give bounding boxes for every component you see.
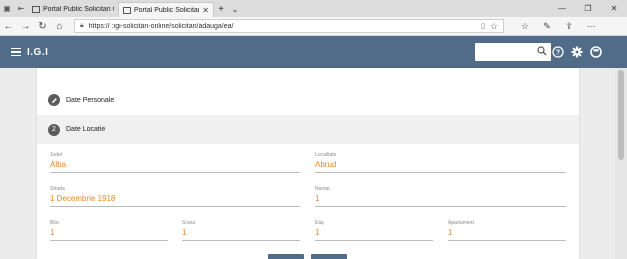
strada-field[interactable]: Strada 1 Decembrie 1918 — [50, 186, 300, 207]
step-date-personale[interactable]: Date Personale — [37, 86, 579, 114]
pen-icon[interactable]: ✎ — [536, 17, 558, 36]
close-tab-icon[interactable]: ✕ — [202, 6, 209, 15]
etaj-field[interactable]: Etaj 1 — [315, 220, 433, 241]
field-underline — [50, 240, 168, 241]
svg-text:?: ? — [556, 50, 560, 57]
field-value: 1 Decembrie 1918 — [50, 194, 116, 203]
step-label: Date Locatie — [66, 126, 106, 133]
lock-icon: 🔒︎ — [80, 22, 84, 29]
browser-tab-1[interactable]: Portal Public Solicitari Onlin — [28, 2, 118, 17]
field-label: Strada — [50, 186, 65, 192]
help-icon[interactable]: ? — [551, 45, 565, 59]
step-date-locatie[interactable]: 2 Date Locatie — [37, 115, 579, 144]
back-button[interactable] — [268, 254, 304, 259]
field-label: Numar — [315, 186, 331, 192]
tab-title: Portal Public Solicitari Onlin — [43, 6, 114, 13]
close-window-icon[interactable]: ✕ — [601, 0, 627, 17]
maximize-icon[interactable]: ❐ — [575, 0, 601, 17]
field-value: Alba — [50, 160, 67, 169]
more-icon[interactable]: ⋯ — [580, 17, 602, 36]
hamburger-menu-icon[interactable] — [11, 47, 21, 57]
search-input[interactable] — [475, 43, 551, 61]
step-label: Date Personale — [66, 96, 115, 104]
field-label: Scara — [182, 220, 196, 226]
power-icon[interactable] — [589, 45, 603, 59]
stepper-card: Date Personale 2 Date Locatie Judet Alba… — [37, 68, 579, 259]
step-number: 2 — [48, 123, 60, 136]
field-underline — [50, 206, 300, 207]
next-button[interactable] — [311, 254, 347, 259]
judet-field[interactable]: Judet Alba — [50, 152, 300, 173]
refresh-icon[interactable]: ↻ — [34, 17, 51, 36]
field-underline — [50, 172, 300, 173]
field-value: 1 — [315, 194, 320, 203]
app-toolbar: I.G.I ? — [0, 36, 627, 68]
field-value: 1 — [448, 228, 453, 237]
star-icon[interactable]: ☆ — [490, 21, 498, 32]
field-label: Localitate — [315, 152, 337, 158]
field-value: 1 — [50, 228, 55, 237]
browser-tools: ☆ ✎ ⇪ ⋯ — [514, 17, 602, 36]
page-favicon-icon — [32, 6, 40, 13]
field-label: Etaj — [315, 220, 324, 226]
scrollbar-thumb[interactable] — [618, 70, 624, 160]
share-icon[interactable]: ⇪ — [558, 17, 580, 36]
minimize-icon[interactable]: — — [549, 0, 575, 17]
bloc-field[interactable]: Bloc 1 — [50, 220, 168, 241]
reader-view-icon[interactable]: ▯ — [481, 22, 485, 30]
app-title: I.G.I — [27, 46, 49, 58]
tab-manager-icon[interactable]: ▣ — [0, 0, 14, 17]
apartament-field[interactable]: Apartament 1 — [448, 220, 566, 241]
browser-tab-2[interactable]: Portal Public Solicitari C ✕ — [118, 2, 214, 17]
url-text: https:// :igi-solicitari-online/solicita… — [88, 22, 234, 30]
field-underline — [315, 172, 566, 173]
page-favicon-icon — [123, 6, 131, 14]
set-aside-tabs-icon[interactable]: ⇤ — [14, 0, 28, 17]
tab-title: Portal Public Solicitari C — [134, 6, 200, 14]
field-label: Bloc — [50, 220, 60, 226]
page-scrollbar[interactable] — [615, 68, 627, 259]
window-controls: — ❐ ✕ — [549, 0, 627, 17]
browser-address-bar: ← → ↻ ⌂ 🔒︎ https:// :igi-solicitari-onli… — [0, 17, 627, 36]
numar-field[interactable]: Numar 1 — [315, 186, 566, 207]
field-underline — [182, 240, 300, 241]
field-value: 1 — [182, 228, 187, 237]
forward-arrow-icon[interactable]: → — [17, 17, 34, 36]
edit-icon — [48, 94, 60, 106]
scara-field[interactable]: Scara 1 — [182, 220, 300, 241]
field-label: Apartament — [448, 220, 474, 226]
field-underline — [315, 240, 433, 241]
field-label: Judet — [50, 152, 63, 158]
settings-gear-icon[interactable] — [570, 45, 584, 59]
tab-dropdown-icon[interactable]: ⌄ — [228, 2, 242, 17]
url-field[interactable]: 🔒︎ https:// :igi-solicitari-online/solic… — [74, 19, 504, 33]
browser-tab-strip: ▣ ⇤ Portal Public Solicitari Onlin Porta… — [0, 0, 627, 17]
field-underline — [315, 206, 566, 207]
localitate-field[interactable]: Localitate Abrud — [315, 152, 566, 173]
new-tab-button[interactable]: + — [214, 2, 228, 17]
favorites-icon[interactable]: ☆ — [514, 17, 536, 36]
home-icon[interactable]: ⌂ — [51, 17, 68, 36]
back-arrow-icon[interactable]: ← — [0, 17, 17, 36]
field-value: 1 — [315, 228, 320, 237]
field-value: Abrud — [315, 160, 337, 169]
field-underline — [448, 240, 566, 241]
search-icon[interactable] — [537, 46, 547, 56]
